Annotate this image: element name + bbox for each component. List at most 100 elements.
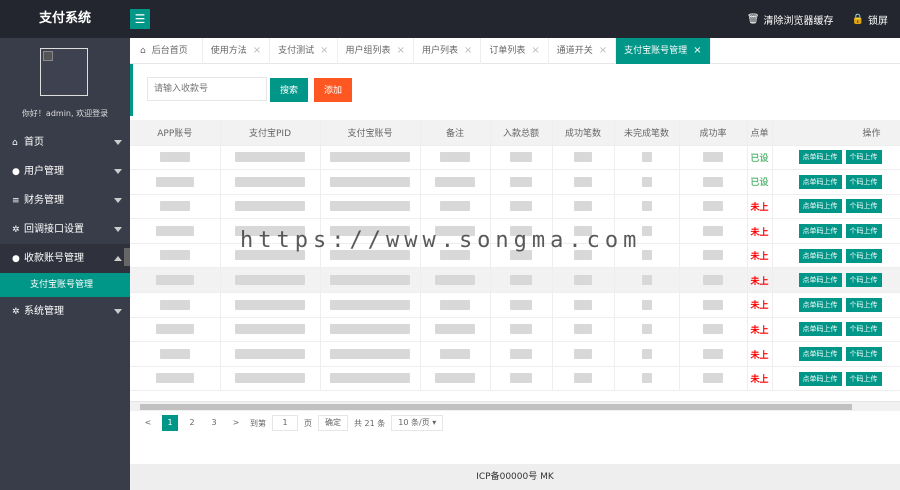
status-badge: 未上 xyxy=(750,350,769,361)
upload-fixed-code-button[interactable]: 个码上传 xyxy=(845,371,882,386)
upload-fixed-code-button[interactable]: 个码上传 xyxy=(845,248,882,263)
tab-orders[interactable]: 订单列表 × xyxy=(481,38,549,64)
table-cell xyxy=(130,292,221,318)
tab-users[interactable]: 用户列表 × xyxy=(414,38,482,64)
sidebar-item-users[interactable]: ● 用户管理 xyxy=(0,157,130,186)
sidebar-item-callback[interactable]: ✲ 回调接口设置 xyxy=(0,215,130,244)
close-icon[interactable]: × xyxy=(599,38,607,64)
goto-label: 到第 xyxy=(250,418,266,428)
column-header[interactable]: 入款总额 xyxy=(490,120,553,146)
upload-fixed-code-button[interactable]: 个码上传 xyxy=(845,150,882,165)
column-header[interactable]: 未完成笔数 xyxy=(614,120,680,146)
page-3[interactable]: 3 xyxy=(206,415,222,431)
redacted-value xyxy=(641,152,652,163)
goto-confirm-button[interactable]: 确定 xyxy=(318,415,348,431)
column-header[interactable]: 点单 xyxy=(747,120,773,146)
sidebar-item-accounts[interactable]: ● 收款账号管理 xyxy=(0,244,130,273)
column-header[interactable]: 成功笔数 xyxy=(552,120,615,146)
status-badge: 未上 xyxy=(750,325,769,336)
table-cell xyxy=(614,317,680,343)
sidebar-item-label: 首页 xyxy=(24,137,44,148)
upload-single-code-button[interactable]: 点单码上传 xyxy=(798,371,842,386)
prev-page-button[interactable]: < xyxy=(140,415,156,431)
close-icon[interactable]: × xyxy=(531,38,539,64)
table-cell xyxy=(320,194,421,220)
upload-fixed-code-button[interactable]: 个码上传 xyxy=(845,199,882,214)
tab-channel-switch[interactable]: 通道开关 × xyxy=(549,38,617,64)
table-cell xyxy=(130,169,221,195)
clear-cache-link[interactable]: 🗑 清除浏览器缓存 xyxy=(747,12,834,27)
search-button[interactable]: 搜索 xyxy=(270,78,309,102)
table-cell xyxy=(490,341,553,367)
action-cell: 点单码上传 个码上传 xyxy=(772,292,900,318)
upload-single-code-button[interactable]: 点单码上传 xyxy=(798,347,842,362)
upload-fixed-code-button[interactable]: 个码上传 xyxy=(845,322,882,337)
scrollbar-thumb[interactable] xyxy=(140,404,852,410)
hamburger-icon[interactable]: ☰ xyxy=(130,9,150,29)
upload-fixed-code-button[interactable]: 个码上传 xyxy=(845,347,882,362)
redacted-value xyxy=(330,324,410,335)
status-cell: 已设 xyxy=(747,145,773,171)
status-cell: 未上 xyxy=(747,243,773,269)
tab-usage[interactable]: 使用方法 × xyxy=(203,38,271,64)
lock-icon: 🔒 xyxy=(851,13,864,25)
tab-label: 订单列表 xyxy=(489,46,526,56)
upload-single-code-button[interactable]: 点单码上传 xyxy=(798,199,842,214)
upload-fixed-code-button[interactable]: 个码上传 xyxy=(845,273,882,288)
column-header[interactable]: 成功率 xyxy=(679,120,748,146)
redacted-value xyxy=(155,373,194,384)
column-header[interactable]: 备注 xyxy=(420,120,491,146)
status-badge: 未上 xyxy=(750,301,769,312)
upload-single-code-button[interactable]: 点单码上传 xyxy=(798,248,842,263)
goto-page-input[interactable]: 1 xyxy=(272,415,298,431)
home-icon: ⌂ xyxy=(12,138,18,148)
tab-pay-test[interactable]: 支付测试 × xyxy=(270,38,338,64)
upload-fixed-code-button[interactable]: 个码上传 xyxy=(845,297,882,312)
upload-single-code-button[interactable]: 点单码上传 xyxy=(798,224,842,239)
close-icon[interactable]: × xyxy=(693,38,701,64)
next-page-button[interactable]: > xyxy=(228,415,244,431)
lock-screen-link[interactable]: 🔒 锁屏 xyxy=(852,12,888,27)
upload-single-code-button[interactable]: 点单码上传 xyxy=(798,273,842,288)
column-header[interactable]: APP账号 xyxy=(130,120,221,146)
status-cell: 未上 xyxy=(747,317,773,343)
page-unit-label: 页 xyxy=(304,418,312,428)
tab-label: 后台首页 xyxy=(151,46,188,56)
horizontal-scrollbar[interactable] xyxy=(130,401,900,411)
upload-fixed-code-button[interactable]: 个码上传 xyxy=(845,224,882,239)
sidebar-item-home[interactable]: ⌂ 首页 xyxy=(0,128,130,157)
tab-user-groups[interactable]: 用户组列表 × xyxy=(338,38,414,64)
page-2[interactable]: 2 xyxy=(184,415,200,431)
sidebar-item-finance[interactable]: ≡ 财务管理 xyxy=(0,186,130,215)
lock-screen-label: 锁屏 xyxy=(868,15,888,27)
trash-icon: 🗑 xyxy=(746,13,760,25)
page-size-select[interactable]: 10 条/页 ▾ xyxy=(391,415,444,431)
redacted-value xyxy=(574,348,592,359)
tab-alipay-accounts[interactable]: 支付宝账号管理 × xyxy=(616,38,711,64)
table-cell xyxy=(679,366,748,392)
redacted-value xyxy=(159,299,190,310)
page-1[interactable]: 1 xyxy=(162,415,178,431)
column-header[interactable]: 操作 xyxy=(772,120,900,146)
close-icon[interactable]: × xyxy=(397,38,405,64)
column-header[interactable]: 支付宝账号 xyxy=(320,120,421,146)
table-cell xyxy=(420,194,491,220)
upload-fixed-code-button[interactable]: 个码上传 xyxy=(845,174,882,189)
add-button[interactable]: 添加 xyxy=(314,78,353,102)
upload-single-code-button[interactable]: 点单码上传 xyxy=(798,150,842,165)
total-count: 共 21 条 xyxy=(354,418,386,428)
close-icon[interactable]: × xyxy=(253,38,261,64)
table-cell xyxy=(320,341,421,367)
search-input[interactable] xyxy=(147,77,267,101)
close-icon[interactable]: × xyxy=(464,38,472,64)
tab-bar: ⌂ 后台首页 使用方法 × 支付测试 × 用户组列表 × 用户列表 × 订单列表 × 通道开… xyxy=(130,38,900,64)
close-icon[interactable]: × xyxy=(320,38,328,64)
upload-single-code-button[interactable]: 点单码上传 xyxy=(798,322,842,337)
column-header[interactable]: 支付宝PID xyxy=(220,120,321,146)
tab-home[interactable]: ⌂ 后台首页 xyxy=(130,38,203,64)
sidebar-subitem-alipay[interactable]: 支付宝账号管理 xyxy=(0,273,130,297)
sidebar-item-system[interactable]: ✲ 系统管理 xyxy=(0,297,130,326)
upload-single-code-button[interactable]: 点单码上传 xyxy=(798,174,842,189)
table-cell xyxy=(679,317,748,343)
upload-single-code-button[interactable]: 点单码上传 xyxy=(798,297,842,312)
